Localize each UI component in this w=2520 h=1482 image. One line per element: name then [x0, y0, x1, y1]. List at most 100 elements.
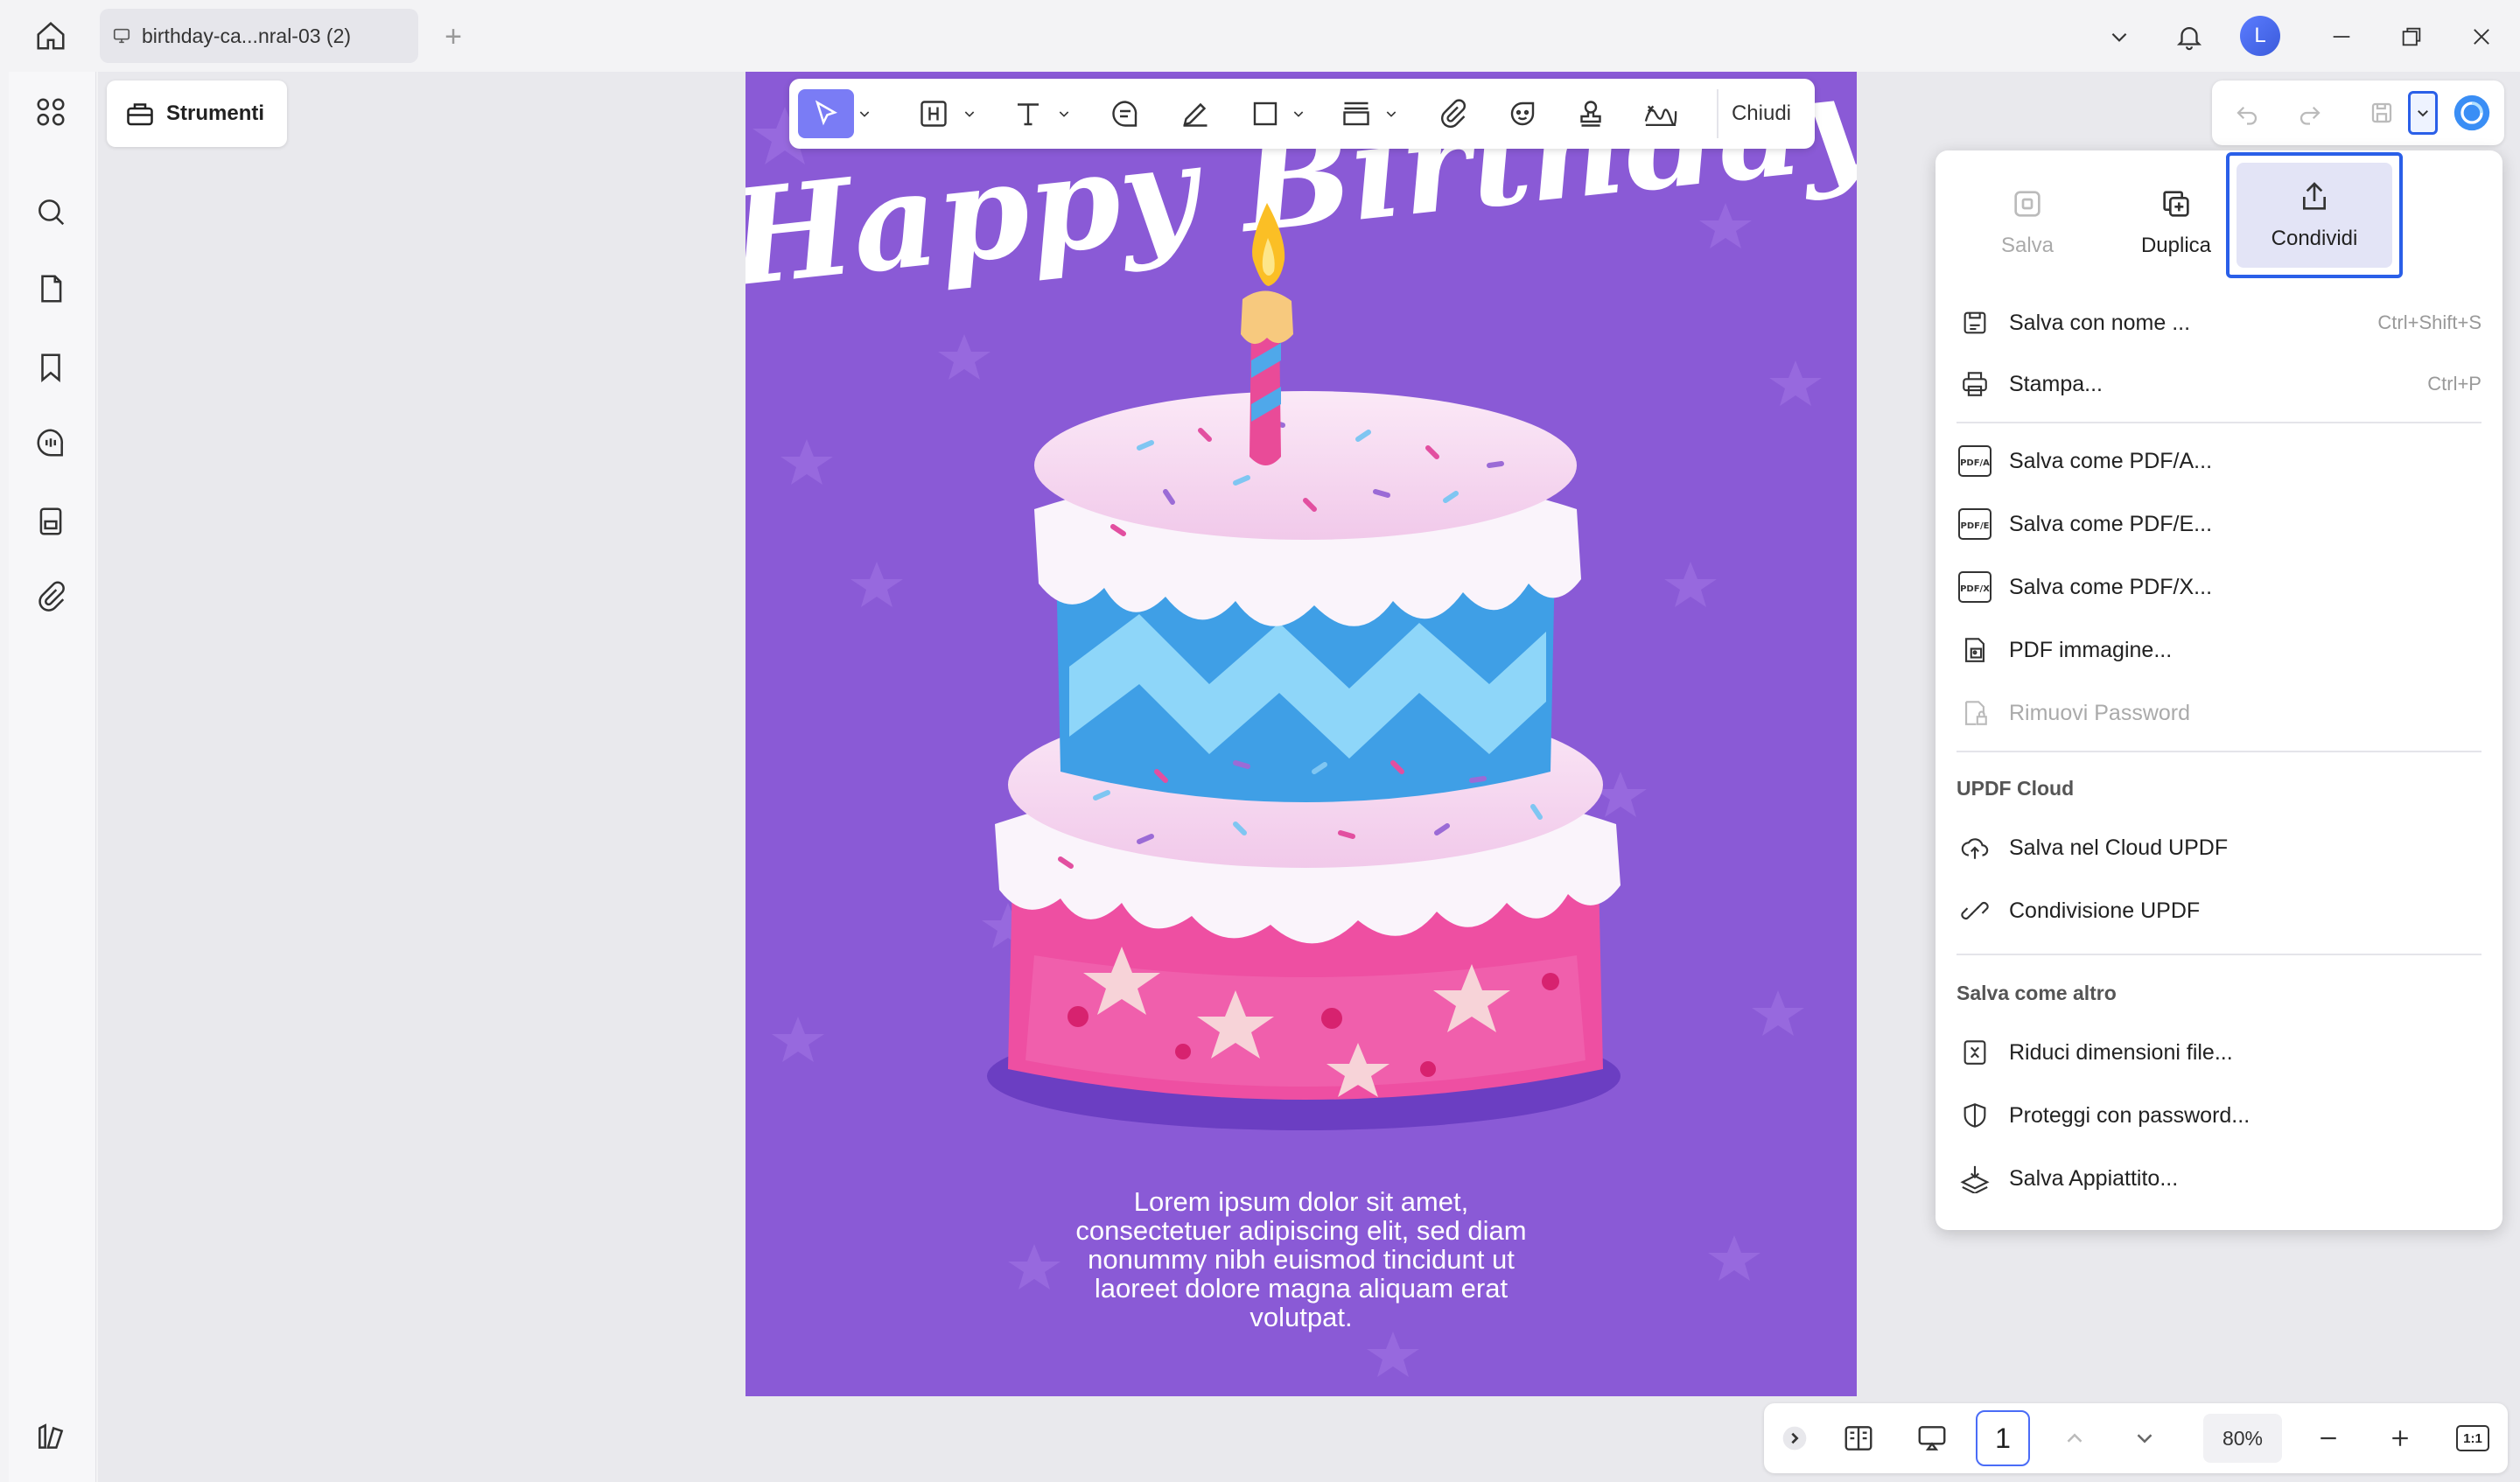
menu-item-label: Salva come PDF/A... [2009, 448, 2213, 473]
menu-item-label: Salva come PDF/E... [2009, 511, 2213, 536]
minimize-icon[interactable] [2317, 12, 2366, 61]
save-action[interactable]: Salva [1953, 166, 2102, 278]
cloud-section-heading: UPDF Cloud [1956, 777, 2075, 800]
actual-size-button[interactable]: 1:1 [2448, 1414, 2497, 1463]
svg-text:PDF/X: PDF/X [1960, 584, 1990, 594]
menu-item-shortcut: Ctrl+P [2427, 373, 2482, 395]
apps-grid-icon[interactable] [26, 87, 75, 136]
body-line: laoreet dolore magna aliquam erat [1094, 1273, 1508, 1304]
tools-button[interactable]: Strumenti [107, 80, 287, 147]
shield-icon [1956, 1097, 1993, 1134]
comment-tool-icon[interactable] [1101, 89, 1150, 138]
save-pdfe-item[interactable]: PDF/E Salva come PDF/E... [1956, 497, 2482, 551]
attachment-icon[interactable] [26, 572, 75, 621]
title-bar: birthday-ca...nral-03 (2) + L [0, 0, 2520, 72]
pdfx-icon: PDF/X [1956, 569, 1993, 605]
zoom-out-icon[interactable] [2306, 1414, 2350, 1463]
next-page-icon[interactable] [2123, 1414, 2166, 1463]
save-flattened-item[interactable]: Salva Appiattito... [1956, 1151, 2482, 1206]
presentation-icon[interactable] [1906, 1414, 1958, 1463]
bell-icon[interactable] [2165, 12, 2214, 61]
menu-item-label: Stampa... [2009, 371, 2103, 396]
restore-icon[interactable] [2387, 12, 2436, 61]
home-icon[interactable] [26, 16, 75, 56]
zoom-in-icon[interactable] [2378, 1414, 2422, 1463]
save-pdfx-item[interactable]: PDF/X Salva come PDF/X... [1956, 560, 2482, 614]
user-avatar[interactable]: L [2240, 16, 2280, 56]
image-pdf-item[interactable]: PDF immagine... [1956, 623, 2482, 677]
page-number-input[interactable]: 1 [1976, 1410, 2030, 1466]
share-icon [2297, 179, 2332, 214]
save-as-item[interactable]: Salva con nome ... Ctrl+Shift+S [1956, 296, 2482, 350]
text-tool-icon[interactable] [1006, 89, 1050, 138]
document-tab-title: birthday-ca...nral-03 (2) [142, 24, 352, 47]
chevron-down-icon[interactable] [1055, 89, 1073, 138]
reduce-size-item[interactable]: Riduci dimensioni file... [1956, 1025, 2482, 1080]
menu-item-label: Salva Appiattito... [2009, 1165, 2179, 1191]
bottom-navigation-bar: 1:1 [1764, 1403, 2508, 1473]
menu-item-label: Salva come PDF/X... [2009, 574, 2213, 599]
body-line: nonummy nibh euismod tincidunt ut [1088, 1244, 1515, 1275]
protect-password-item[interactable]: Proteggi con password... [1956, 1088, 2482, 1143]
document-tab[interactable]: birthday-ca...nral-03 (2) [100, 9, 418, 63]
menu-divider [1956, 422, 2482, 423]
updf-share-item[interactable]: Condivisione UPDF [1956, 884, 2482, 938]
pdf-page[interactable]: Happy Birthday Lorem ipsum dolor sit ame… [746, 72, 1857, 1396]
cloud-upload-icon [1956, 829, 1993, 866]
shape-tool-icon[interactable] [1241, 89, 1290, 138]
compress-icon [1956, 1034, 1993, 1071]
expand-arrow-icon[interactable] [1774, 1414, 1815, 1463]
search-icon[interactable] [26, 187, 75, 236]
print-item[interactable]: Stampa... Ctrl+P [1956, 357, 2482, 411]
body-line: consectetuer adipiscing elit, sed diam [1075, 1215, 1527, 1246]
page-thumbnail-icon[interactable] [26, 264, 75, 313]
text-box-tool-icon[interactable] [1332, 89, 1381, 138]
sticker-tool-icon[interactable] [1498, 89, 1547, 138]
sidebar-toggle-icon[interactable] [26, 1412, 75, 1461]
form-fields-icon[interactable] [26, 497, 75, 546]
previous-page-icon[interactable] [2053, 1414, 2096, 1463]
body-line: Lorem ipsum dolor sit amet, [1133, 1186, 1469, 1217]
print-icon [1956, 366, 1993, 402]
remove-password-item[interactable]: Rimuovi Password [1956, 686, 2482, 740]
redo-icon[interactable] [2286, 89, 2334, 136]
save-disabled-icon[interactable] [2357, 89, 2406, 136]
save-menu-dropdown-button[interactable] [2408, 91, 2438, 135]
chevron-down-icon[interactable] [856, 89, 873, 138]
zoom-level-field[interactable]: 80% [2203, 1414, 2282, 1463]
new-tab-button[interactable]: + [434, 17, 472, 56]
share-action-label: Condividi [2271, 227, 2358, 250]
close-window-icon[interactable] [2457, 12, 2506, 61]
duplicate-icon [2159, 186, 2194, 221]
remove-password-icon [1956, 695, 1993, 731]
ai-assistant-icon[interactable] [2448, 91, 2496, 135]
chevron-down-icon[interactable] [1382, 89, 1400, 138]
select-tool-button[interactable] [798, 89, 854, 138]
signature-tool-icon[interactable] [1636, 89, 1685, 138]
undo-icon[interactable] [2222, 89, 2272, 136]
share-action[interactable]: Condividi [2236, 163, 2392, 268]
page-layout-icon[interactable] [1834, 1414, 1883, 1463]
save-pdfa-item[interactable]: PDF/A Salva come PDF/A... [1956, 434, 2482, 488]
comment-list-icon[interactable] [26, 418, 75, 467]
menu-item-label: Riduci dimensioni file... [2009, 1039, 2233, 1065]
menu-item-label: PDF immagine... [2009, 637, 2173, 662]
highlight-tool-icon[interactable] [912, 89, 956, 138]
close-toolbar-button[interactable]: Chiudi [1717, 89, 1804, 138]
save-action-label: Salva [2000, 234, 2054, 257]
menu-item-label: Salva con nome ... [2009, 310, 2191, 335]
stamp-tool-icon[interactable] [1566, 89, 1615, 138]
attachment-tool-icon[interactable] [1428, 89, 1477, 138]
chevron-down-icon[interactable] [1290, 89, 1307, 138]
menu-divider [1956, 751, 2482, 752]
chevron-down-icon[interactable] [2095, 12, 2144, 61]
svg-text:PDF/E: PDF/E [1961, 521, 1990, 531]
menu-item-label: Salva nel Cloud UPDF [2009, 835, 2229, 860]
annotation-toolbar: Chiudi [789, 79, 1815, 149]
pencil-tool-icon[interactable] [1171, 89, 1220, 138]
actual-size-label: 1:1 [2456, 1425, 2489, 1451]
chevron-down-icon[interactable] [961, 89, 978, 138]
save-cloud-item[interactable]: Salva nel Cloud UPDF [1956, 821, 2482, 875]
bookmark-icon[interactable] [26, 343, 75, 392]
link-icon [1956, 892, 1993, 929]
